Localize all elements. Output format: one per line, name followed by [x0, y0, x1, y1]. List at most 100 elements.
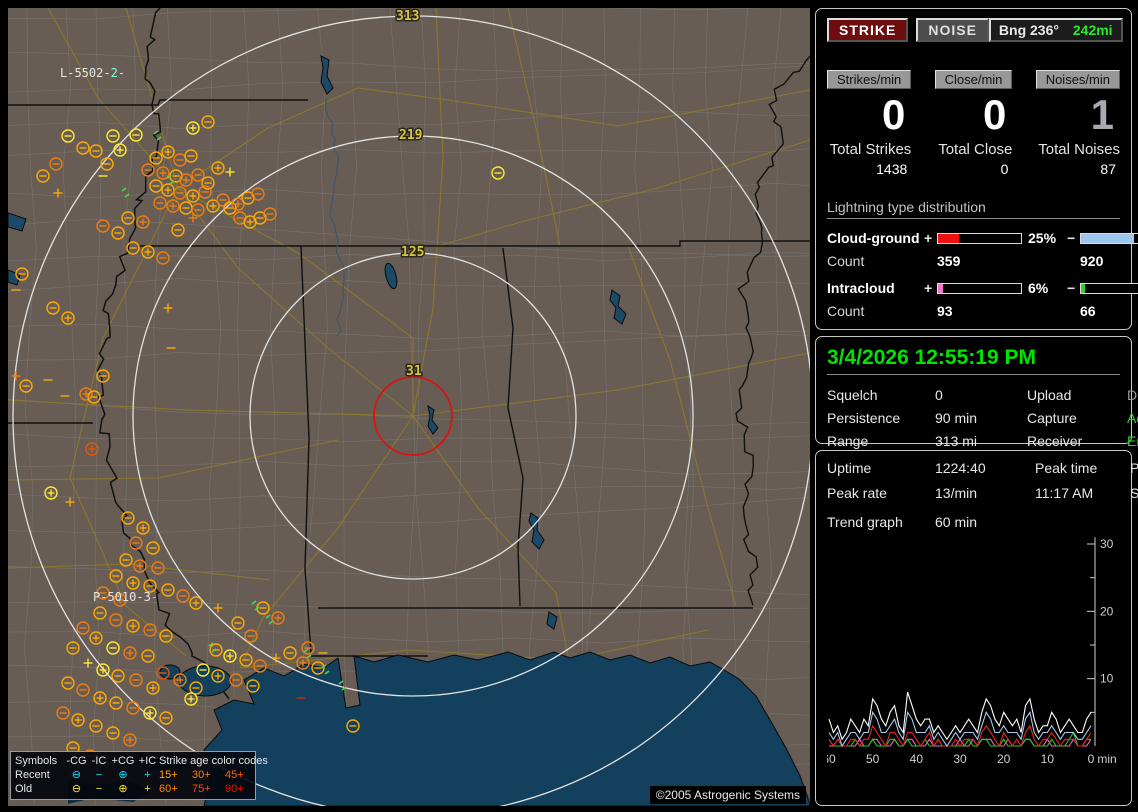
strike-symbol-glyph: ⊕ — [118, 783, 128, 795]
lightning-map[interactable]: 313 219 125 31 L-5502-2- P-5010-3- Symbols -CG… — [8, 8, 810, 806]
peak-time-value: 11:17 AM — [1035, 485, 1094, 501]
strikes-per-min-value: 0 — [881, 91, 906, 138]
svg-text:125: 125 — [401, 245, 424, 260]
squelch-value: 0 — [935, 387, 943, 403]
age-code-value: 75+ — [192, 783, 211, 795]
cg-plus-pct: 25% — [1028, 230, 1057, 246]
application-window: 313 219 125 31 L-5502-2- P-5010-3- Symbols -CG… — [0, 0, 1138, 812]
status-panel: 3/4/2026 12:55:19 PM Squelch 0 Upload Di… — [815, 336, 1138, 449]
squelch-label: Squelch — [827, 387, 878, 403]
svg-text:31: 31 — [406, 364, 422, 379]
count-label: Count — [827, 303, 865, 319]
age-code-value: 30+ — [192, 769, 211, 781]
svg-text:219: 219 — [399, 128, 422, 143]
datetime-display: 3/4/2026 12:55:19 PM — [827, 346, 1120, 375]
receiver-status: Enabled — [1127, 433, 1138, 449]
age-code-value: 45+ — [225, 769, 244, 781]
cg-minus-bar — [1080, 232, 1138, 244]
legend-type-header: +IC — [138, 755, 157, 767]
map-legend: Symbols -CG -IC +CG +IC Strike age color code… — [10, 751, 268, 800]
total-strikes-label: Total Strikes — [829, 141, 912, 158]
plus-sign: + — [924, 280, 933, 296]
cloud-ground-row: Cloud-ground + 25% − 64% — [827, 230, 1138, 246]
close-per-min-value: 0 — [983, 91, 1007, 138]
svg-text:10: 10 — [1100, 672, 1114, 686]
ic-minus-count: 66 — [1080, 303, 1096, 319]
bearing-distance: 242mi — [1072, 22, 1113, 38]
total-strikes-value: 1438 — [876, 161, 908, 177]
uptime-label: Uptime — [827, 460, 872, 476]
copyright-text: ©2005 Astrogenic Systems — [649, 786, 806, 804]
legend-symbols-header: Symbols — [15, 755, 58, 767]
noises-per-min-value: 1 — [1090, 91, 1114, 138]
trend-panel: Uptime 1224:40 Peak time Plot Peak rate … — [815, 450, 1138, 806]
legend-row-label: Old — [15, 783, 33, 795]
strike-symbol-glyph: − — [95, 783, 103, 795]
plot-mode-value: Strike — [1130, 485, 1138, 501]
noises-per-min-column: Noises/min 1 Total Noises 87 — [1035, 70, 1120, 177]
trend-graph-window: 60 min — [935, 514, 978, 530]
legend-type-header: -IC — [91, 755, 107, 767]
peak-rate-value: 13/min — [935, 485, 978, 501]
cg-plus-count: 359 — [937, 253, 961, 269]
age-code-value: 15+ — [159, 769, 178, 781]
cloud-ground-label: Cloud-ground — [827, 230, 920, 246]
strike-symbol-glyph: − — [95, 769, 103, 781]
legend-type-header: +CG — [111, 755, 135, 767]
strikes-per-min-column: Strikes/min 0 Total Strikes 1438 — [827, 70, 912, 177]
intracloud-row: Intracloud + 6% − 5% — [827, 280, 1138, 296]
close-per-min-column: Close/min 0 Total Close 0 — [934, 70, 1013, 177]
trend-graph-label: Trend graph — [827, 514, 903, 530]
svg-text:20: 20 — [997, 752, 1011, 766]
persistence-label: Persistence — [827, 410, 901, 426]
ic-minus-bar — [1080, 282, 1138, 294]
bearing-readout: Bng 236° 242mi — [988, 18, 1123, 42]
cloud-ground-counts: Count 359 920 — [827, 253, 1120, 269]
upload-label: Upload — [1027, 387, 1072, 403]
total-noises-value: 87 — [1100, 161, 1116, 177]
svg-text:30: 30 — [953, 752, 967, 766]
total-noises-label: Total Noises — [1038, 141, 1120, 158]
peak-rate-label: Peak rate — [827, 485, 887, 501]
legend-row-label: Recent — [15, 769, 50, 781]
svg-text:30: 30 — [1100, 537, 1114, 551]
cg-plus-bar — [937, 232, 1022, 244]
legend-type-header: -CG — [66, 755, 87, 767]
upload-status: Disabled — [1127, 387, 1138, 403]
intracloud-label: Intracloud — [827, 280, 895, 296]
svg-text:50: 50 — [866, 752, 880, 766]
uptime-value: 1224:40 — [935, 460, 986, 476]
total-close-label: Total Close — [938, 141, 1013, 158]
strike-symbol-glyph: ⊕ — [118, 769, 128, 781]
receiver-label: Receiver — [1027, 433, 1083, 449]
svg-text:0: 0 — [1088, 752, 1095, 766]
strikes-per-min-chip: Strikes/min — [827, 70, 912, 89]
svg-text:20: 20 — [1100, 604, 1114, 618]
close-per-min-chip: Close/min — [934, 70, 1013, 89]
peak-time-label: Peak time — [1035, 460, 1098, 476]
minus-sign: − — [1067, 280, 1076, 296]
intracloud-counts: Count 93 66 — [827, 303, 1120, 319]
noises-per-min-chip: Noises/min — [1035, 70, 1120, 89]
strike-symbol-glyph: ⊖ — [71, 783, 82, 795]
total-close-value: 0 — [1000, 161, 1009, 177]
svg-text:10: 10 — [1041, 752, 1055, 766]
strike-symbol-glyph: + — [144, 783, 151, 795]
ic-plus-bar — [937, 282, 1022, 294]
strike-symbol-glyph: ⊖ — [71, 769, 82, 781]
range-value: 313 mi — [935, 433, 978, 449]
capture-status: Active — [1127, 410, 1138, 426]
strike-mode-button[interactable]: STRIKE — [827, 18, 909, 42]
svg-text:P-5010-3-: P-5010-3- — [93, 590, 158, 604]
strike-counters-panel: STRIKE NOISE Bng 236° 242mi Strikes/min … — [815, 8, 1138, 330]
svg-text:40: 40 — [910, 752, 924, 766]
ic-plus-count: 93 — [937, 303, 953, 319]
legend-age-header: Strike age color codes — [159, 755, 268, 767]
svg-text:60: 60 — [827, 752, 836, 766]
map-canvas[interactable]: 313 219 125 31 L-5502-2- P-5010-3- — [8, 8, 810, 806]
svg-text:L-5502-2-: L-5502-2- — [60, 66, 125, 80]
noise-mode-button[interactable]: NOISE — [916, 18, 989, 42]
svg-text:min: min — [1097, 752, 1116, 766]
svg-text:313: 313 — [396, 9, 419, 24]
minus-sign: − — [1067, 230, 1076, 246]
